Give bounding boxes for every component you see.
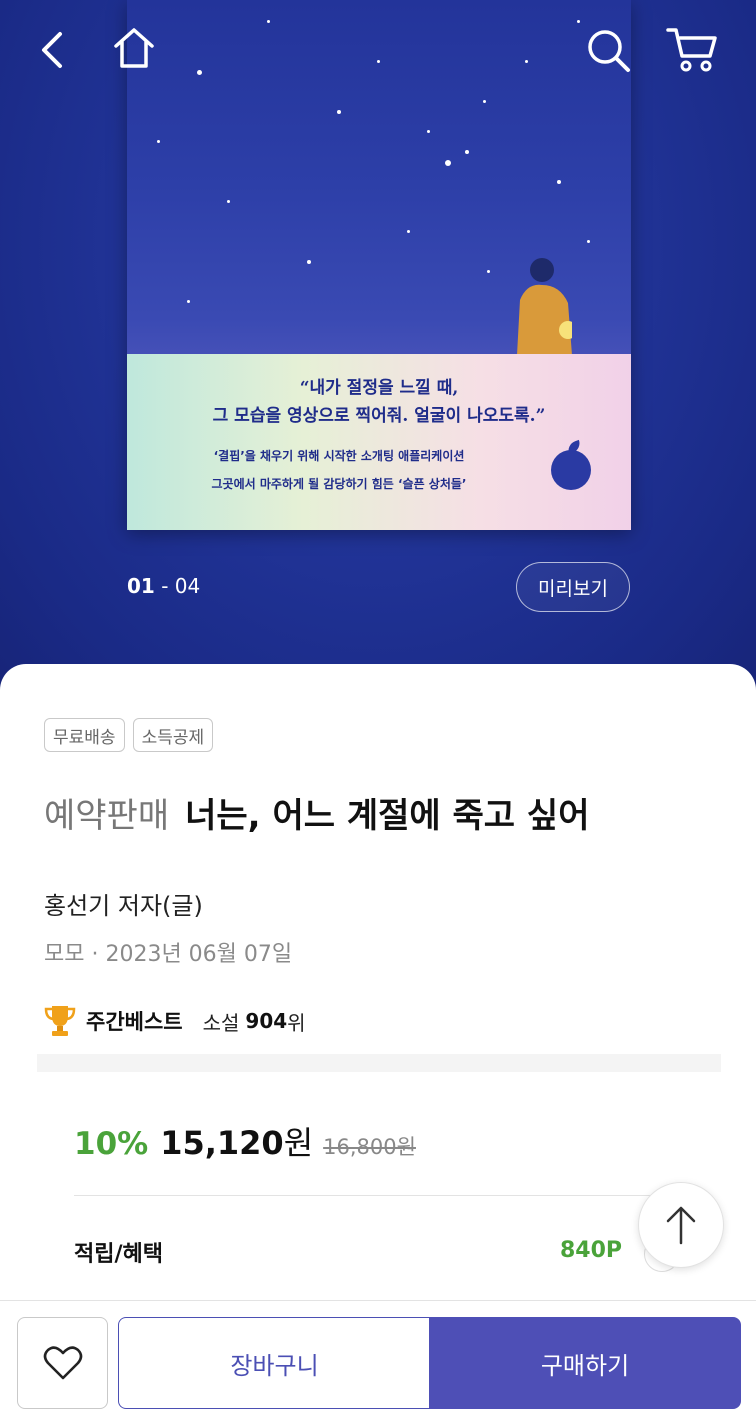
best-category: 소설 [202,1010,240,1035]
pager-total: 04 [174,574,201,598]
cover-text-band: “내가 절정을 느낄 때, 그 모습을 영상으로 찍어줘. 얼굴이 나오도록.”… [127,354,631,530]
back-button[interactable] [34,28,74,72]
best-rank-suffix: 위 [287,1010,306,1035]
search-icon [588,30,630,72]
gallery-pager: 01 - 04 [127,574,200,598]
star-decoration [157,140,160,143]
price-divider [74,1195,682,1196]
search-button[interactable] [584,26,632,74]
chevron-left-icon [42,32,62,68]
star-decoration [407,230,410,233]
cover-quote-line: “내가 절정을 느낄 때, [299,378,459,398]
add-to-cart-button[interactable]: 장바구니 [118,1317,430,1409]
author-link[interactable]: 홍선기 저자(글) [44,886,203,921]
buy-now-button[interactable]: 구매하기 [429,1317,741,1409]
home-icon [114,28,154,68]
pager-current: 01 [127,574,155,598]
discount-rate: 10% [74,1126,149,1162]
bestseller-rank[interactable]: 주간베스트 소설 904 위 [44,1004,306,1038]
cover-quote-line: 그 모습을 영상으로 찍어줘. 얼굴이 나오도록.” [212,406,546,426]
star-decoration [337,110,341,114]
home-button[interactable] [110,24,158,72]
bottom-action-bar: 장바구니 구매하기 [0,1300,756,1428]
arrow-up-icon [666,1206,696,1245]
original-price: 16,800원 [323,1135,416,1159]
book-cover-image[interactable]: “내가 절정을 느낄 때, 그 모습을 영상으로 찍어줘. 얼굴이 나오도록.”… [127,0,631,530]
star-decoration [307,260,311,264]
star-decoration [427,130,430,133]
star-decoration [377,60,380,63]
star-decoration [525,60,528,63]
star-decoration [197,70,202,75]
preview-button[interactable]: 미리보기 [516,562,630,612]
person-illustration [517,258,572,355]
section-divider [37,1054,721,1072]
sale-price-unit: 원 [283,1124,314,1162]
star-decoration [557,180,561,184]
star-decoration [487,270,490,273]
price-row: 10% 15,120원 16,800원 [74,1118,416,1164]
star-decoration [587,240,590,243]
wishlist-button[interactable] [17,1317,108,1409]
preorder-label: 예약판매 [44,796,170,836]
scroll-to-top-button[interactable] [638,1182,724,1268]
tag-free-shipping: 무료배송 [44,718,125,752]
book-title: 너는, 어느 계절에 죽고 싶어 [185,796,590,836]
cover-subtitle-line: 그곳에서 마주하게 될 감당하기 힘든 ‘슬픈 상처들’ [211,477,467,491]
star-decoration [445,160,451,166]
publisher-date: 모모 · 2023년 06월 07일 [44,942,293,967]
tag-tax-deduction: 소득공제 [132,718,214,752]
tag-list: 무료배송 소득공제 [44,718,214,752]
title-row: 예약판매 너는, 어느 계절에 죽고 싶어 [44,788,589,837]
cover-subtitle-line: ‘결핍’을 채우기 위해 시작한 소개팅 애플리케이션 [213,449,465,463]
star-decoration [227,200,230,203]
peach-logo-icon [551,450,591,490]
best-label: 주간베스트 [86,1010,183,1034]
cover-subtitle: ‘결핍’을 채우기 위해 시작한 소개팅 애플리케이션 그곳에서 마주하게 될 … [127,442,551,498]
trophy-icon [44,1006,76,1036]
heart-icon [43,1346,82,1380]
pager-separator: - [154,574,175,598]
best-rank: 904 [245,1009,288,1033]
sale-price: 15,120원 [160,1118,313,1164]
cart-button[interactable] [666,26,718,74]
points-label: 적립/혜택 [74,1242,163,1267]
product-image-gallery[interactable]: “내가 절정을 느낄 때, 그 모습을 영상으로 찍어줘. 얼굴이 나오도록.”… [0,0,756,700]
points-value: 840P [560,1238,623,1263]
star-decoration [577,20,580,23]
cover-quote: “내가 절정을 느낄 때, 그 모습을 영상으로 찍어줘. 얼굴이 나오도록.” [127,374,631,430]
cart-icon [666,28,717,72]
star-decoration [465,150,469,154]
sale-price-amount: 15,120 [160,1124,284,1162]
star-decoration [267,20,270,23]
star-decoration [187,300,190,303]
star-decoration [483,100,486,103]
